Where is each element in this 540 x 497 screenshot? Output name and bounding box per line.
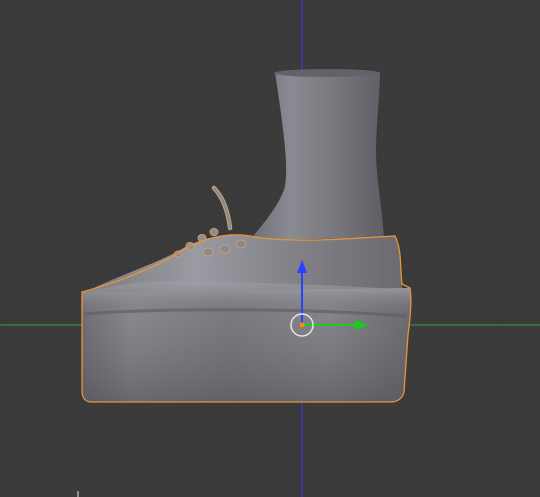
object-origin-dot (299, 322, 305, 328)
sole-shading (82, 288, 411, 402)
ankle-top-rim (274, 69, 380, 77)
3d-viewport[interactable] (0, 0, 540, 497)
viewport-canvas[interactable] (0, 0, 540, 497)
